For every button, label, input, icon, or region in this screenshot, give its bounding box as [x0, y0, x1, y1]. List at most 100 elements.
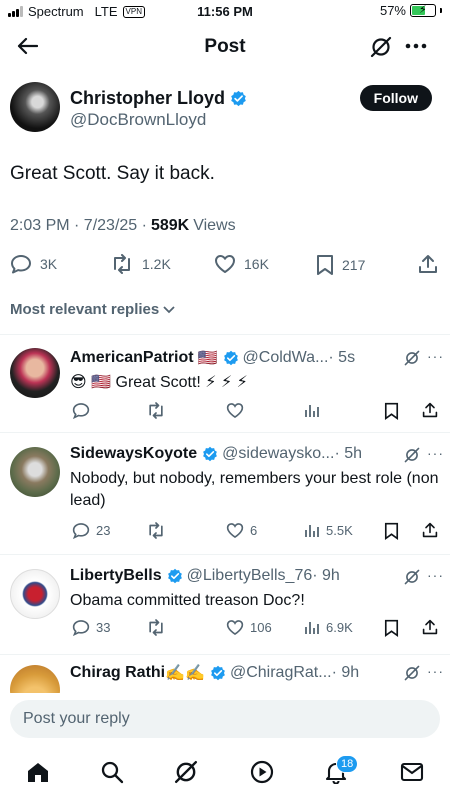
nav-home[interactable] — [26, 760, 50, 789]
top-bar: Post — [0, 28, 450, 64]
more-dots-icon[interactable]: ··· — [427, 445, 444, 461]
divider — [0, 654, 450, 655]
reply-bookmark-button[interactable] — [384, 402, 399, 420]
author-avatar[interactable] — [10, 82, 60, 132]
reply-bookmark-button[interactable] — [384, 619, 399, 637]
author-name-row[interactable]: Christopher Lloyd — [70, 88, 247, 109]
reply-author-name[interactable]: AmericanPatriot — [70, 349, 194, 367]
bookmark-count: 217 — [342, 257, 366, 273]
reply-author-name[interactable]: LibertyBells — [70, 567, 162, 585]
views-icon — [305, 525, 319, 537]
view-count: 5.5K — [326, 522, 353, 538]
reply-count: 23 — [96, 523, 111, 538]
flag-emoji: 🇺🇸 — [197, 350, 218, 367]
reply-handle[interactable]: @ColdWa... — [243, 349, 329, 367]
reply-views-button[interactable] — [304, 402, 326, 418]
heart-icon — [226, 523, 244, 539]
reply-handle[interactable]: @ChiragRat... — [230, 664, 332, 682]
divider — [0, 554, 450, 555]
reply-item[interactable]: Chirag Rathi ✍️✍️ @ChiragRat... · 9h ··· — [0, 663, 450, 693]
reply-avatar[interactable] — [10, 447, 60, 497]
more-dots-icon[interactable]: ··· — [427, 663, 444, 679]
more-options-button[interactable] — [402, 36, 430, 56]
like-button[interactable]: 16K — [214, 254, 269, 274]
verified-badge-icon — [223, 350, 238, 366]
repost-icon — [114, 254, 130, 274]
reply-text: 😎 🇺🇸 Great Scott! ⚡ ⚡ ⚡ — [70, 374, 248, 391]
reply-time: · 9h — [331, 664, 360, 681]
reply-reply-button[interactable] — [72, 402, 96, 419]
reply-share-button[interactable] — [422, 619, 438, 635]
reply-handle[interactable]: @LibertyBells_76 — [187, 567, 313, 585]
reply-repost-button[interactable] — [146, 619, 166, 636]
reply-repost-button[interactable] — [146, 522, 166, 539]
repost-icon — [149, 402, 163, 419]
reply-avatar[interactable] — [10, 569, 60, 619]
share-icon — [419, 255, 437, 273]
reply-item[interactable]: AmericanPatriot 🇺🇸 @ColdWa... · 5s ··· 😎… — [0, 348, 450, 428]
battery-icon: ⚡ — [410, 4, 436, 17]
reply-like-button[interactable] — [226, 402, 250, 419]
grok-icon — [174, 760, 198, 784]
battery-tip — [440, 8, 442, 13]
more-dots-icon[interactable]: ··· — [427, 567, 444, 583]
reply-count: 3K — [40, 256, 58, 272]
reply-like-button[interactable]: 106 — [226, 619, 272, 636]
reply-item[interactable]: SidewaysKoyote @sidewaysko... · 5h ··· N… — [0, 445, 450, 549]
nav-grok[interactable] — [174, 760, 198, 789]
reply-text: Obama committed treason Doc?! — [70, 592, 305, 609]
post-timestamp[interactable]: 2:03 PM · 7/23/25 · — [10, 217, 147, 235]
reply-count: 33 — [96, 620, 111, 635]
reply-share-button[interactable] — [422, 402, 438, 418]
author-handle[interactable]: @DocBrownLloyd — [70, 110, 206, 130]
reply-icon — [72, 620, 90, 636]
verified-badge-icon — [211, 665, 225, 681]
reply-share-button[interactable] — [422, 522, 438, 538]
reply-sort-dropdown[interactable]: Most relevant replies — [10, 301, 175, 318]
grok-icon[interactable] — [404, 665, 420, 681]
grok-button[interactable] — [368, 34, 394, 60]
share-button[interactable] — [418, 254, 438, 274]
repost-button[interactable]: 1.2K — [110, 254, 171, 274]
nav-search[interactable] — [100, 760, 124, 789]
reply-actions: 23 6 5.5K — [70, 522, 440, 542]
reply-button[interactable]: 3K — [10, 254, 57, 274]
grok-icon[interactable] — [404, 350, 420, 366]
reply-bookmark-button[interactable] — [384, 522, 399, 540]
reply-text: Nobody, but nobody, remembers your best … — [70, 470, 439, 509]
reply-author-name[interactable]: SidewaysKoyote — [70, 445, 197, 463]
heart-icon — [215, 255, 235, 273]
reply-like-button[interactable]: 6 — [226, 522, 257, 539]
reply-reply-button[interactable]: 23 — [72, 522, 110, 539]
bookmark-icon — [384, 619, 399, 637]
reply-views-button[interactable]: 5.5K — [304, 522, 353, 538]
reply-repost-button[interactable] — [146, 402, 166, 419]
reply-compose-placeholder: Post your reply — [23, 710, 130, 727]
post-author: Christopher Lloyd @DocBrownLloyd Follow — [10, 82, 440, 134]
nav-messages[interactable] — [400, 760, 424, 789]
grok-icon[interactable] — [404, 447, 420, 463]
reply-time: · 5s — [328, 349, 356, 366]
more-dots-icon[interactable]: ··· — [427, 348, 444, 364]
reply-compose-input[interactable]: Post your reply — [10, 700, 440, 738]
bookmark-button[interactable]: 217 — [316, 254, 365, 276]
reply-avatar[interactable] — [10, 348, 60, 398]
name-emoji: ✍️✍️ — [165, 665, 205, 682]
bookmark-icon — [317, 255, 333, 275]
mail-icon — [400, 762, 424, 782]
reply-avatar[interactable] — [10, 665, 60, 693]
follow-button[interactable]: Follow — [359, 85, 432, 111]
reply-author-name[interactable]: Chirag Rathi — [70, 664, 165, 682]
reply-views-button[interactable]: 6.9K — [304, 619, 353, 635]
post-text: Great Scott. Say it back. — [10, 163, 215, 184]
bookmark-icon — [384, 522, 399, 540]
reply-item[interactable]: LibertyBells @LibertyBells_76 · 9h ··· O… — [0, 567, 450, 647]
like-count: 6 — [250, 523, 258, 538]
nav-video[interactable] — [250, 760, 274, 789]
reply-reply-button[interactable]: 33 — [72, 619, 110, 636]
reply-handle[interactable]: @sidewaysko... — [222, 445, 334, 463]
reply-actions — [70, 402, 440, 422]
grok-icon[interactable] — [404, 569, 420, 585]
repost-count: 1.2K — [142, 256, 171, 272]
like-count: 16K — [244, 256, 269, 272]
